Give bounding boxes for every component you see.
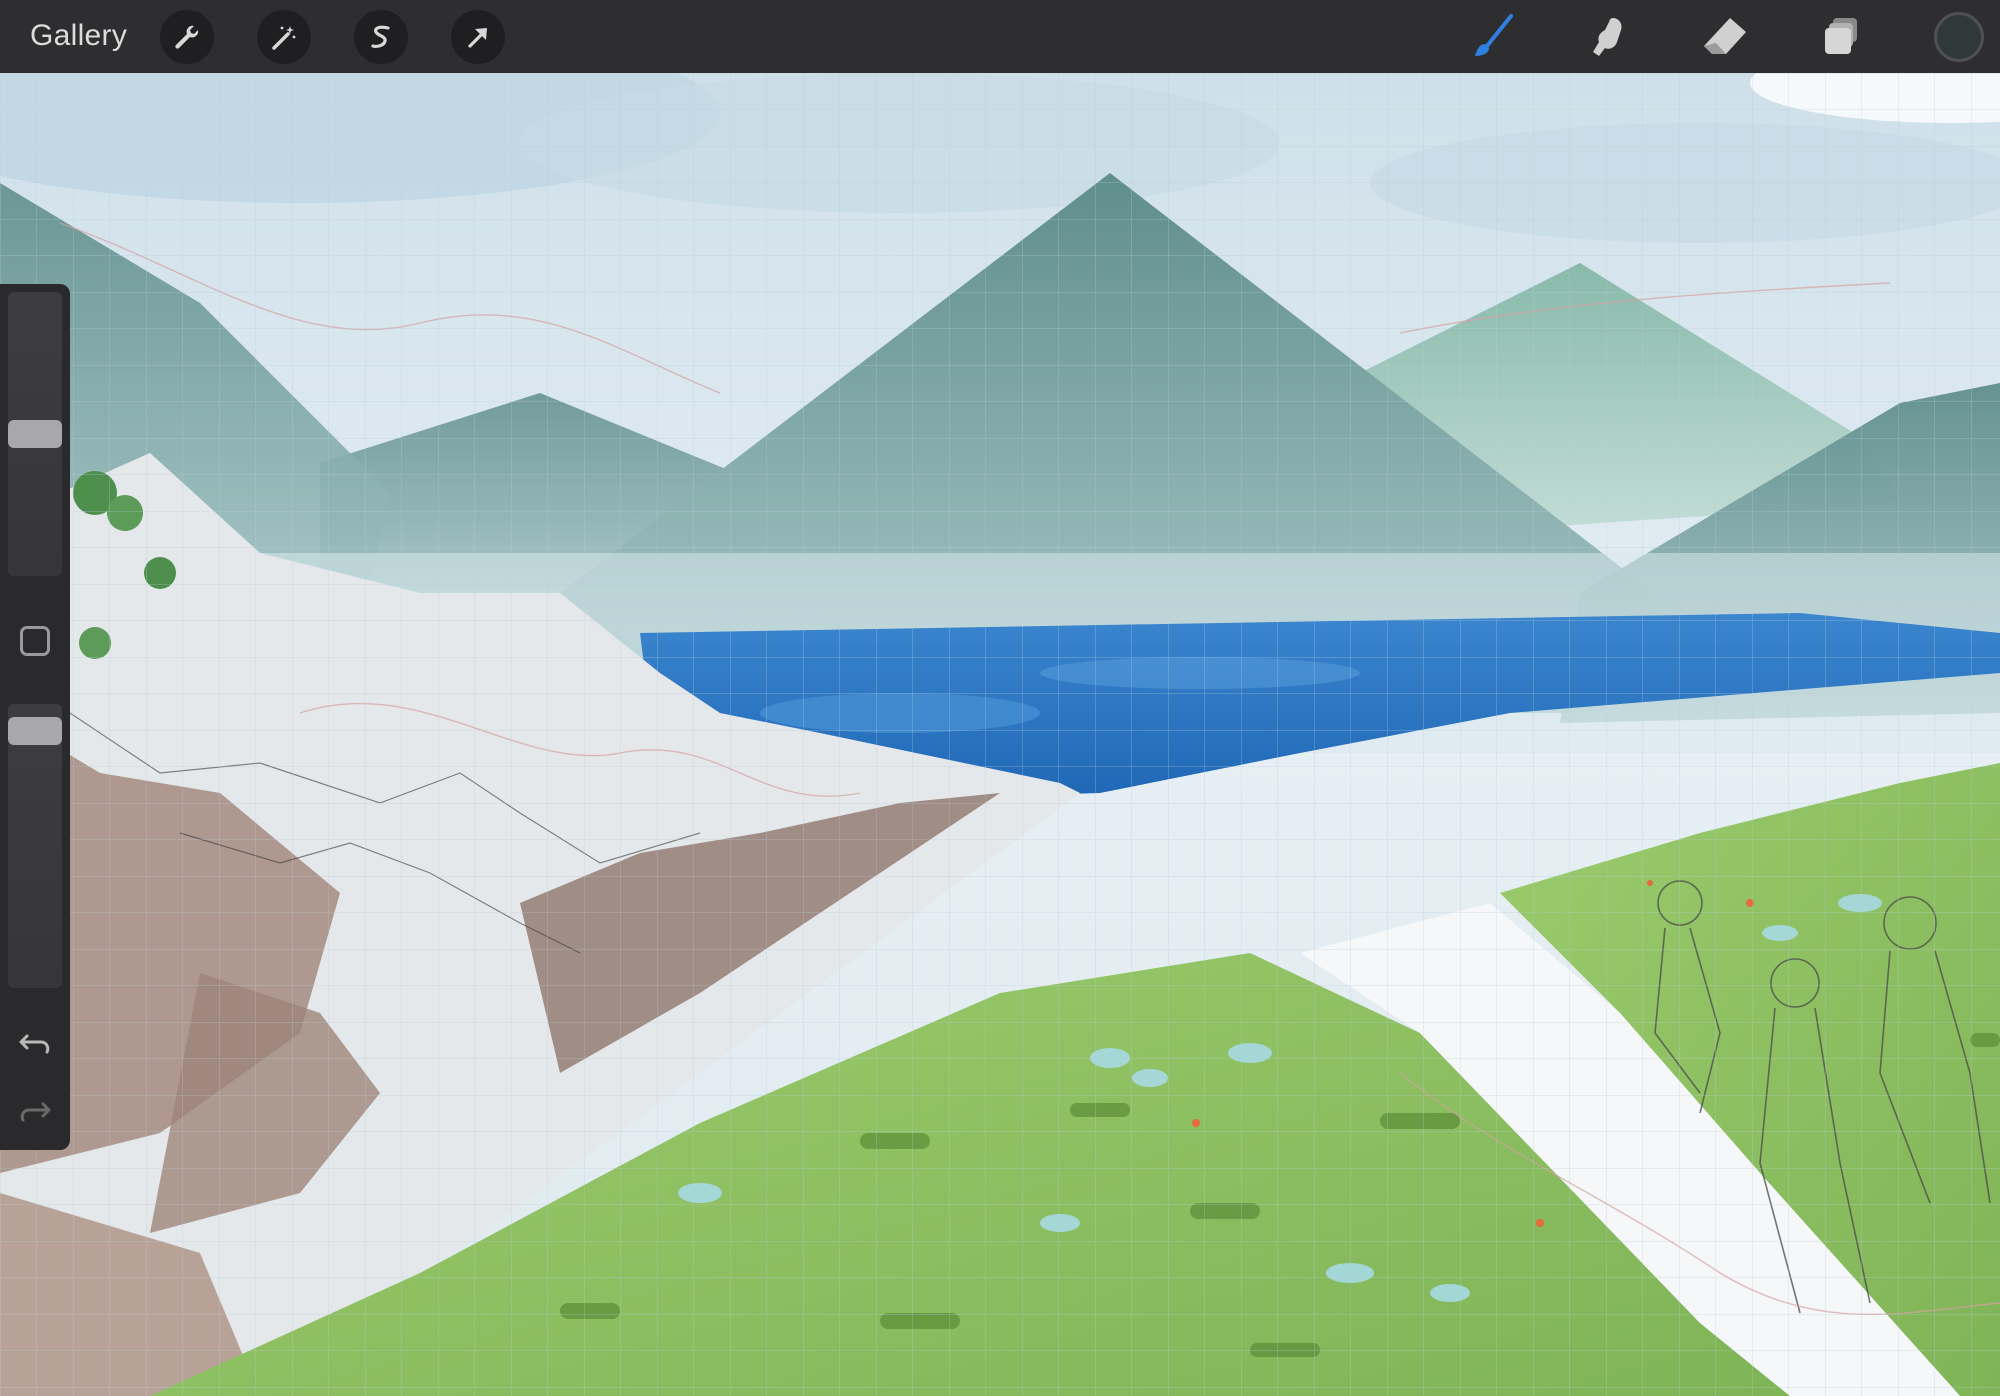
gallery-button[interactable]: Gallery — [30, 18, 127, 54]
brush-opacity-slider[interactable] — [8, 704, 62, 988]
undo-icon[interactable] — [17, 1024, 53, 1060]
wrench-icon — [175, 25, 199, 49]
layers-tool-button[interactable] — [1814, 10, 1870, 64]
magic-wand-icon — [272, 26, 296, 50]
transform-button[interactable] — [451, 10, 505, 64]
landscape-painting — [0, 73, 2000, 1396]
layers-icon — [1825, 18, 1857, 54]
eraser-icon — [1704, 18, 1746, 54]
eraser-tool-button[interactable] — [1697, 10, 1753, 64]
arrow-cursor-icon — [468, 28, 487, 48]
selection-s-icon — [371, 25, 390, 48]
brush-sidebar — [0, 284, 70, 1150]
top-toolbar: Gallery — [0, 0, 2000, 73]
square-modifier-icon[interactable] — [20, 626, 50, 656]
brush-icon — [1475, 14, 1513, 56]
actions-button[interactable] — [160, 10, 214, 64]
color-picker-swatch[interactable] — [1934, 12, 1984, 62]
adjustments-button[interactable] — [257, 10, 311, 64]
redo-icon[interactable] — [17, 1092, 53, 1128]
selection-button[interactable] — [354, 10, 408, 64]
drawing-canvas[interactable] — [0, 73, 2000, 1396]
smudge-finger-icon — [1593, 18, 1622, 56]
brush-size-handle[interactable] — [8, 420, 62, 448]
brush-opacity-handle[interactable] — [8, 716, 62, 745]
smudge-tool-button[interactable] — [1580, 10, 1636, 64]
brush-tool-button[interactable] — [1464, 10, 1520, 64]
